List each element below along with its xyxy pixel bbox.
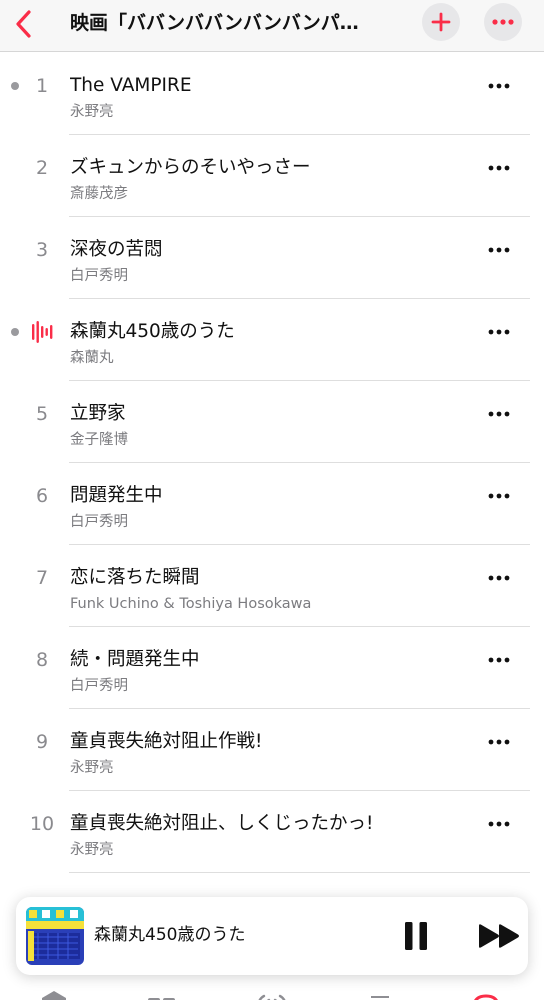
unplayed-dot: [11, 82, 19, 90]
track-title: 森蘭丸450歳のうた: [70, 321, 235, 342]
track-number: 3: [35, 239, 49, 261]
track-artist: 森蘭丸: [70, 350, 114, 366]
track-artist: 白戸秀明: [70, 678, 128, 694]
track-title: 恋に落ちた瞬間: [70, 567, 200, 588]
track-more-button[interactable]: [484, 403, 514, 425]
ellipsis-icon: [492, 19, 514, 25]
track-number: 9: [35, 731, 49, 753]
now-playing-waveform-icon: [32, 321, 53, 343]
track-number: 1: [35, 75, 49, 97]
track-title: 続・問題発生中: [70, 649, 200, 670]
ellipsis-icon: [488, 329, 510, 335]
track-artist: 白戸秀明: [70, 268, 128, 284]
track-list: 1 The VAMPIRE 永野亮 2 ズキュンからのそいやっさー斎藤茂彦 3 深夜の苦悶白…: [0, 53, 544, 873]
track-number: 10: [29, 813, 55, 835]
ellipsis-icon: [488, 83, 510, 89]
track-number: 6: [35, 485, 49, 507]
track-number: 7: [35, 567, 49, 589]
track-more-button[interactable]: [484, 731, 514, 753]
grid-icon[interactable]: [142, 990, 182, 1000]
track-title: 問題発生中: [70, 485, 163, 506]
ellipsis-icon: [488, 575, 510, 581]
track-row[interactable]: 5 立野家金子隆博: [0, 381, 544, 463]
ellipsis-icon: [488, 411, 510, 417]
track-row[interactable]: 8 続・問題発生中白戸秀明: [0, 627, 544, 709]
track-more-button[interactable]: [484, 485, 514, 507]
track-artist: 金子隆博: [70, 432, 128, 448]
track-number: 5: [35, 403, 49, 425]
track-row[interactable]: 2 ズキュンからのそいやっさー斎藤茂彦: [0, 135, 544, 217]
track-row[interactable]: 10 童貞喪失絶対阻止、しくじったかっ! 永野亮: [0, 791, 544, 873]
track-more-button[interactable]: [484, 567, 514, 589]
track-row[interactable]: 6 問題発生中白戸秀明: [0, 463, 544, 545]
track-more-button[interactable]: [484, 321, 514, 343]
track-number: 8: [35, 649, 49, 671]
add-button[interactable]: [422, 3, 460, 41]
page-title: 映画「ババンババンバンバンパ…: [70, 12, 359, 34]
more-options-button[interactable]: [484, 3, 522, 41]
track-number: 2: [35, 157, 49, 179]
plus-icon: [431, 12, 451, 32]
track-row[interactable]: 1 The VAMPIRE 永野亮: [0, 53, 544, 135]
track-artist: 白戸秀明: [70, 514, 128, 530]
track-artist: 永野亮: [70, 104, 114, 120]
track-artist: 永野亮: [70, 842, 114, 858]
chevron-left-icon: [16, 10, 31, 38]
radio-icon[interactable]: [252, 990, 292, 1000]
track-more-button[interactable]: [484, 813, 514, 835]
track-row[interactable]: 7 恋に落ちた瞬間 Funk Uchino & Toshiya Hosokawa: [0, 545, 544, 627]
track-title: The VAMPIRE: [70, 75, 192, 96]
track-row[interactable]: 9 童貞喪失絶対阻止作戦! 永野亮: [0, 709, 544, 791]
track-row[interactable]: 3 深夜の苦悶白戸秀明: [0, 217, 544, 299]
ellipsis-icon: [488, 739, 510, 745]
track-artist: Funk Uchino & Toshiya Hosokawa: [70, 596, 312, 612]
tab-bar: [0, 984, 544, 1000]
track-title: 童貞喪失絶対阻止作戦!: [70, 731, 263, 752]
pause-button[interactable]: [398, 918, 434, 954]
search-icon[interactable]: [466, 990, 506, 1000]
track-more-button[interactable]: [484, 157, 514, 179]
ellipsis-icon: [488, 165, 510, 171]
track-row[interactable]: 森蘭丸450歳のうた森蘭丸: [0, 299, 544, 381]
track-artist: 斎藤茂彦: [70, 186, 128, 202]
mini-player[interactable]: 森蘭丸450歳のうた: [16, 897, 528, 975]
home-icon[interactable]: [34, 990, 74, 1000]
track-title: 深夜の苦悶: [70, 239, 163, 260]
track-title: 立野家: [70, 403, 126, 424]
track-title: 童貞喪失絶対阻止、しくじったかっ!: [70, 813, 374, 834]
unplayed-dot: [11, 328, 19, 336]
navigation-header: 映画「ババンババンバンバンパ…: [0, 0, 544, 52]
back-button[interactable]: [6, 6, 42, 42]
track-more-button[interactable]: [484, 75, 514, 97]
ellipsis-icon: [488, 821, 510, 827]
fast-forward-icon: [479, 924, 519, 948]
ellipsis-icon: [488, 247, 510, 253]
library-icon[interactable]: [360, 990, 400, 1000]
track-title: ズキュンからのそいやっさー: [70, 157, 311, 178]
pause-icon: [405, 922, 427, 950]
now-playing-title: 森蘭丸450歳のうた: [94, 925, 246, 945]
track-more-button[interactable]: [484, 239, 514, 261]
ellipsis-icon: [488, 493, 510, 499]
track-more-button[interactable]: [484, 649, 514, 671]
next-track-button[interactable]: [476, 918, 524, 954]
track-artist: 永野亮: [70, 760, 114, 776]
ellipsis-icon: [488, 657, 510, 663]
album-artwork: [26, 907, 84, 965]
